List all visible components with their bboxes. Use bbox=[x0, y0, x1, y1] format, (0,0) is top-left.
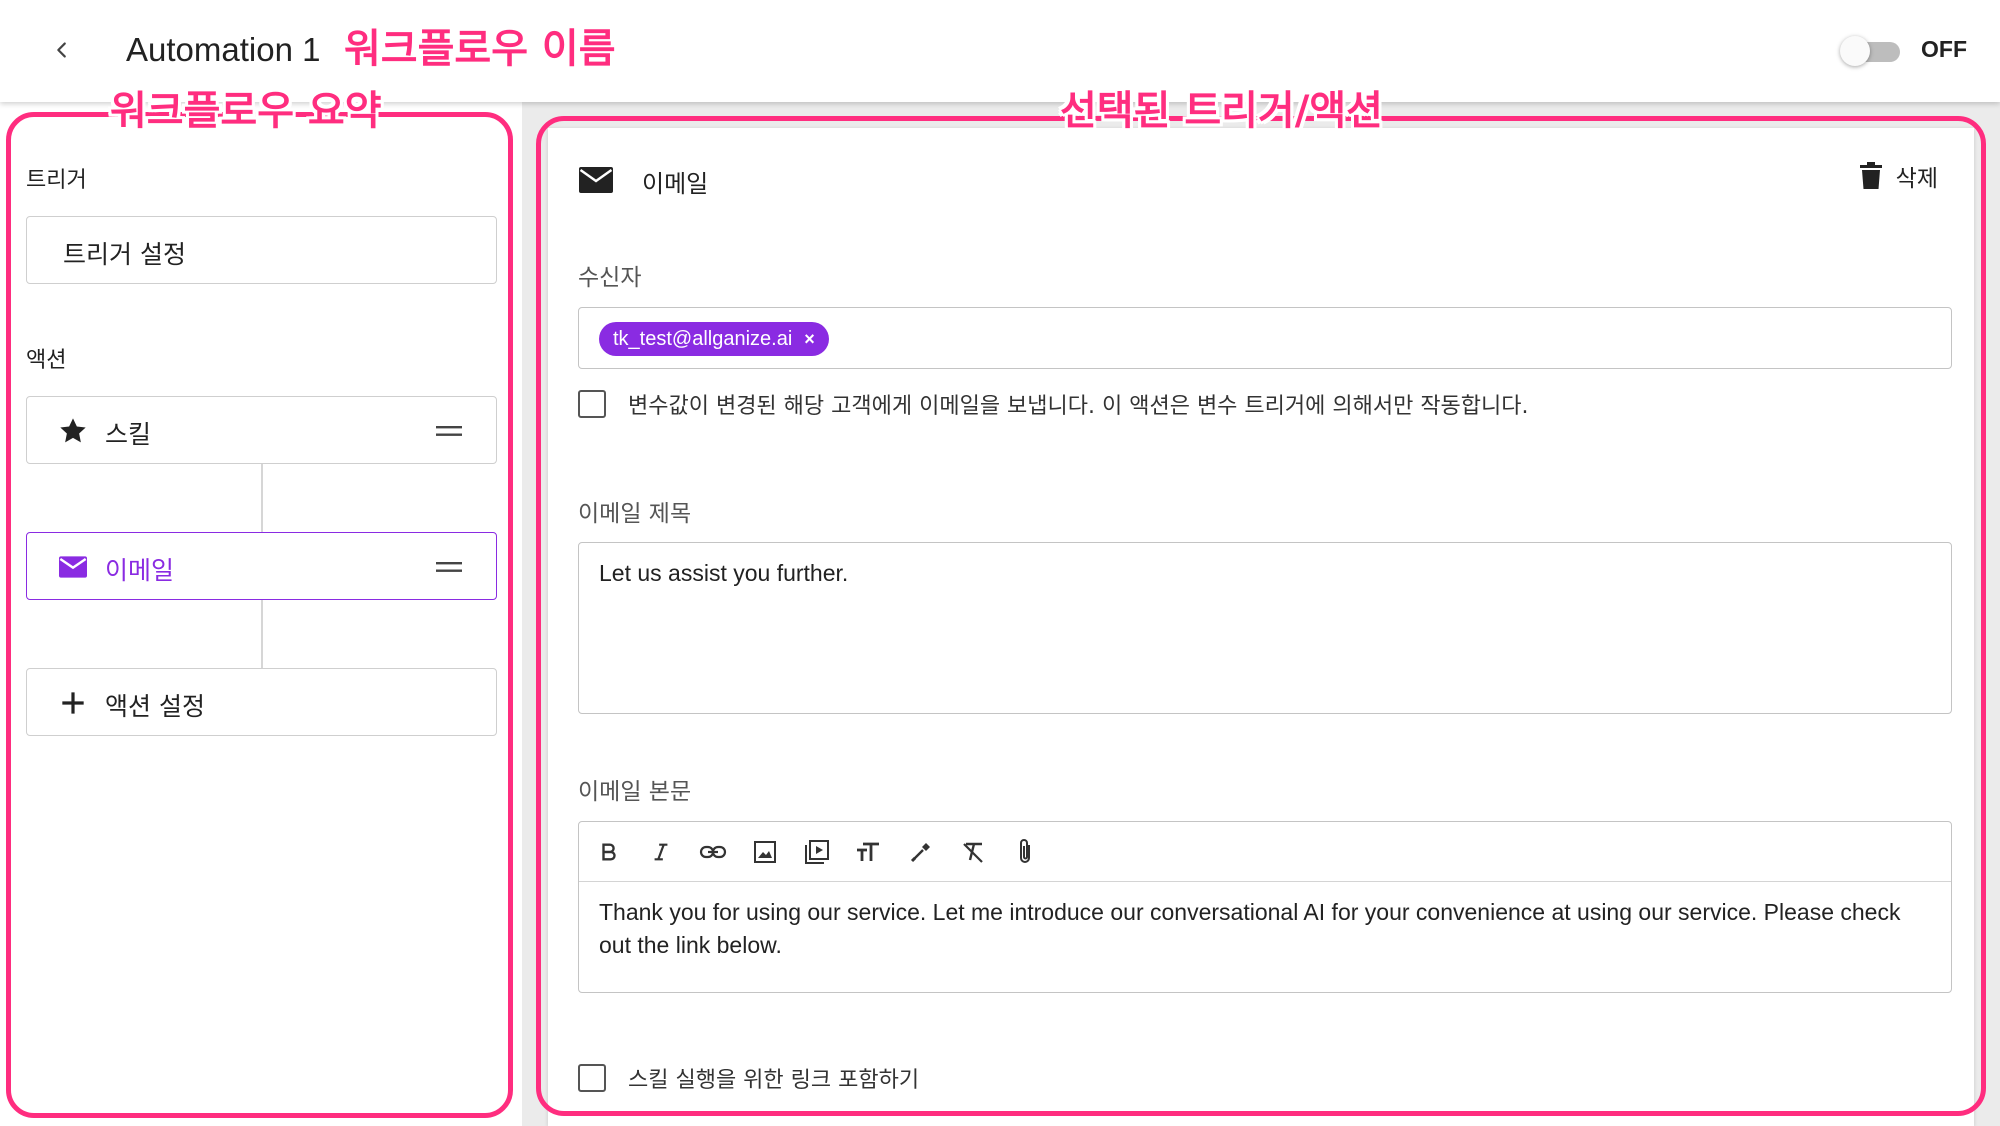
subject-value: Let us assist you further. bbox=[599, 560, 849, 586]
star-icon bbox=[60, 418, 86, 443]
body-editor[interactable]: Thank you for using our service. Let me … bbox=[578, 821, 1952, 993]
body-line-2: out the link below. bbox=[599, 932, 782, 958]
attach-button[interactable] bbox=[1009, 836, 1041, 868]
mail-icon bbox=[59, 556, 87, 578]
skill-link-checkbox[interactable] bbox=[578, 1064, 606, 1092]
trigger-section-label: 트리거 bbox=[26, 168, 87, 193]
workflow-summary-panel: 트리거 트리거 설정 액션 스킬 이메일 액션 설정 bbox=[0, 102, 522, 1126]
font-size-button[interactable] bbox=[853, 836, 885, 868]
action-card-label: 스킬 bbox=[105, 420, 152, 449]
add-action-label: 액션 설정 bbox=[105, 692, 205, 721]
workflow-toggle[interactable] bbox=[1840, 34, 1904, 66]
eyedropper-icon bbox=[910, 843, 930, 863]
action-card-email[interactable]: 이메일 bbox=[26, 532, 497, 600]
recipient-label: 수신자 bbox=[578, 265, 642, 291]
action-section-label: 액션 bbox=[26, 348, 67, 373]
annotation-workflow-summary: 워크플로우 요약 bbox=[110, 88, 382, 134]
add-action-button[interactable]: 액션 설정 bbox=[26, 668, 497, 736]
editor-toolbar bbox=[579, 822, 1951, 882]
body-label: 이메일 본문 bbox=[578, 779, 692, 805]
delete-button[interactable]: 삭제 bbox=[1859, 158, 1938, 194]
selected-item-panel: 이메일 삭제 수신자 tk_test@allganize.ai × 변수값이 변… bbox=[548, 128, 1974, 1126]
subject-input[interactable]: Let us assist you further. bbox=[578, 542, 1952, 714]
video-library-icon bbox=[805, 840, 829, 864]
image-button[interactable] bbox=[749, 836, 781, 868]
drag-handle-icon[interactable] bbox=[436, 561, 462, 573]
variable-email-option[interactable]: 변수값이 변경된 해당 고객에게 이메일을 보냅니다. 이 액션은 변수 트리거… bbox=[578, 388, 1529, 420]
action-card-label: 이메일 bbox=[105, 556, 175, 585]
recipient-input[interactable]: tk_test@allganize.ai × bbox=[578, 307, 1952, 369]
action-card-skill[interactable]: 스킬 bbox=[26, 396, 497, 464]
plus-icon bbox=[62, 692, 84, 714]
annotation-selected-item: 선택된 트리거/액션 bbox=[1060, 88, 1383, 134]
italic-button[interactable] bbox=[645, 836, 677, 868]
skill-link-text: 스킬 실행을 위한 링크 포함하기 bbox=[628, 1068, 920, 1093]
link-button[interactable] bbox=[697, 836, 729, 868]
image-icon bbox=[754, 841, 776, 863]
trigger-setup-card[interactable]: 트리거 설정 bbox=[26, 216, 497, 284]
italic-icon bbox=[654, 843, 668, 861]
delete-label: 삭제 bbox=[1895, 166, 1938, 192]
toggle-status-label: OFF bbox=[1921, 36, 1967, 62]
video-button[interactable] bbox=[801, 836, 833, 868]
chip-remove-button[interactable]: × bbox=[804, 329, 815, 350]
clear-format-button[interactable] bbox=[957, 836, 989, 868]
text-size-icon bbox=[857, 842, 879, 861]
toggle-thumb bbox=[1840, 36, 1870, 66]
workflow-title[interactable]: Automation 1 bbox=[126, 30, 320, 70]
trigger-setup-label: 트리거 설정 bbox=[63, 240, 186, 269]
action-title: 이메일 bbox=[642, 170, 709, 198]
app-header: Automation 1 OFF bbox=[0, 0, 2000, 102]
body-line-1: Thank you for using our service. Let me … bbox=[599, 899, 1901, 925]
bold-icon bbox=[602, 843, 616, 861]
variable-email-text: 변수값이 변경된 해당 고객에게 이메일을 보냅니다. 이 액션은 변수 트리거… bbox=[628, 394, 1529, 419]
drag-handle-icon[interactable] bbox=[436, 425, 462, 437]
mail-icon bbox=[579, 167, 613, 193]
clear-format-icon bbox=[963, 842, 983, 863]
skill-link-option[interactable]: 스킬 실행을 위한 링크 포함하기 bbox=[578, 1062, 919, 1094]
paperclip-icon bbox=[1020, 839, 1030, 863]
link-icon bbox=[699, 845, 727, 859]
trash-icon bbox=[1859, 162, 1882, 189]
color-picker-button[interactable] bbox=[905, 836, 937, 868]
bold-button[interactable] bbox=[593, 836, 625, 868]
annotation-workflow-name: 워크플로우 이름 bbox=[344, 26, 616, 72]
variable-email-checkbox[interactable] bbox=[578, 390, 606, 418]
recipient-chip[interactable]: tk_test@allganize.ai × bbox=[599, 322, 829, 356]
recipient-chip-text: tk_test@allganize.ai bbox=[613, 327, 793, 350]
flow-connector bbox=[261, 600, 263, 668]
chevron-left-icon bbox=[57, 42, 66, 58]
subject-label: 이메일 제목 bbox=[578, 501, 692, 527]
back-button[interactable] bbox=[44, 32, 80, 68]
flow-connector bbox=[261, 464, 263, 532]
